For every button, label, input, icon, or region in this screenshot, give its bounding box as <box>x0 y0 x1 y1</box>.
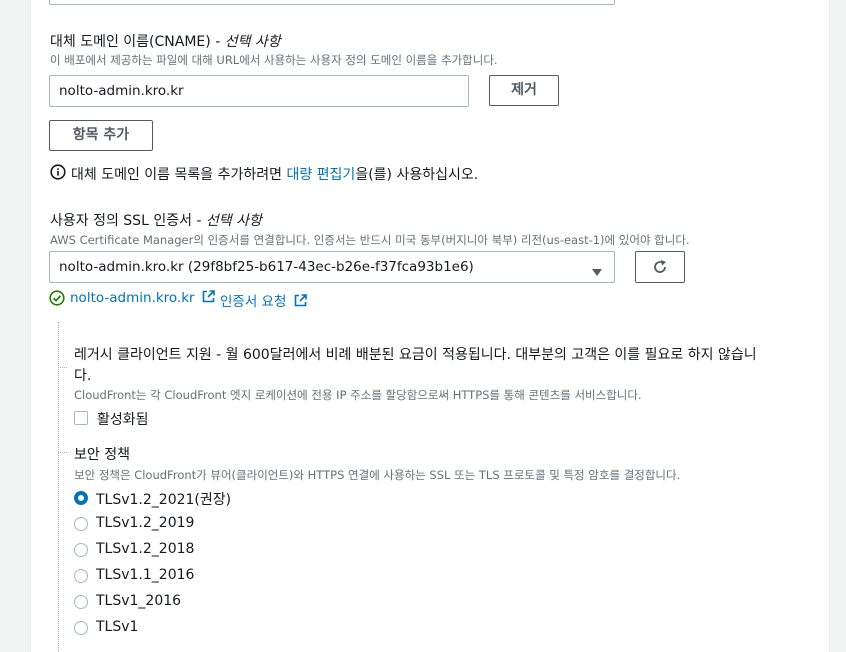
cname-input[interactable]: nolto-admin.kro.kr <box>49 75 469 107</box>
radio-tlsv1-2016[interactable] <box>74 595 88 609</box>
success-check-icon <box>49 290 65 306</box>
external-link-icon <box>294 294 307 307</box>
legacy-support-description: CloudFront는 각 CloudFront 엣지 로케이션에 전용 IP … <box>74 388 642 402</box>
cname-description: 이 배포에서 제공하는 파일에 대해 URL에서 사용하는 사용자 정의 도메인… <box>50 53 498 67</box>
remove-button[interactable]: 제거 <box>489 75 559 106</box>
radio-label: TLSv1.2_2018 <box>96 541 195 557</box>
settings-panel: 대체 도메인 이름(CNAME) - 선택 사항 이 배포에서 제공하는 파일에… <box>30 0 830 652</box>
refresh-icon <box>654 260 666 273</box>
request-certificate-link[interactable]: 인증서 요청 <box>220 290 307 310</box>
security-policy-description: 보안 정책은 CloudFront가 뷰어(클라이언트)와 HTTPS 연결에 … <box>74 468 681 482</box>
tree-branch <box>58 452 67 453</box>
certificate-link[interactable]: nolto-admin.kro.kr <box>70 290 215 306</box>
radio-tlsv1[interactable] <box>74 621 88 635</box>
security-policy-title: 보안 정책 <box>74 447 130 463</box>
radio-label: TLSv1.2_2021(권장) <box>96 492 232 508</box>
radio-label: TLSv1_2016 <box>96 593 182 609</box>
enabled-checkbox[interactable] <box>74 411 88 425</box>
cname-label: 대체 도메인 이름(CNAME) - 선택 사항 <box>50 34 281 50</box>
enabled-checkbox-label: 활성화됨 <box>97 412 149 428</box>
tree-connector <box>58 322 59 652</box>
caret-down-icon <box>592 262 602 276</box>
tree-branch <box>58 367 67 368</box>
ssl-certificate-select[interactable]: nolto-admin.kro.kr (29f8bf25-b617-43ec-b… <box>49 251 615 283</box>
radio-label: TLSv1.1_2016 <box>96 567 195 583</box>
external-link-icon <box>202 290 215 303</box>
info-text: 대체 도메인 이름 목록을 추가하려면 대량 편집기을(를) 사용하십시오. <box>71 167 479 183</box>
radio-tlsv1-2-2021[interactable] <box>74 491 88 505</box>
legacy-support-title: 레거시 클라이언트 지원 - 월 600달러에서 비례 배분된 요금이 적용됩니… <box>74 347 757 384</box>
radio-tlsv1-1-2016[interactable] <box>74 569 88 583</box>
refresh-button[interactable] <box>635 251 685 283</box>
ssl-description: AWS Certificate Manager의 인증서를 연결합니다. 인증서… <box>50 233 690 247</box>
radio-label: TLSv1.2_2019 <box>96 515 195 531</box>
previous-input[interactable] <box>49 0 615 5</box>
radio-tlsv1-2-2019[interactable] <box>74 517 88 531</box>
add-item-button[interactable]: 항목 추가 <box>49 120 153 151</box>
ssl-label: 사용자 정의 SSL 인증서 - 선택 사항 <box>50 213 262 229</box>
info-icon <box>50 164 66 180</box>
bulk-editor-link[interactable]: 대량 편집기 <box>286 167 355 183</box>
radio-label: TLSv1 <box>96 619 139 635</box>
radio-tlsv1-2-2018[interactable] <box>74 543 88 557</box>
